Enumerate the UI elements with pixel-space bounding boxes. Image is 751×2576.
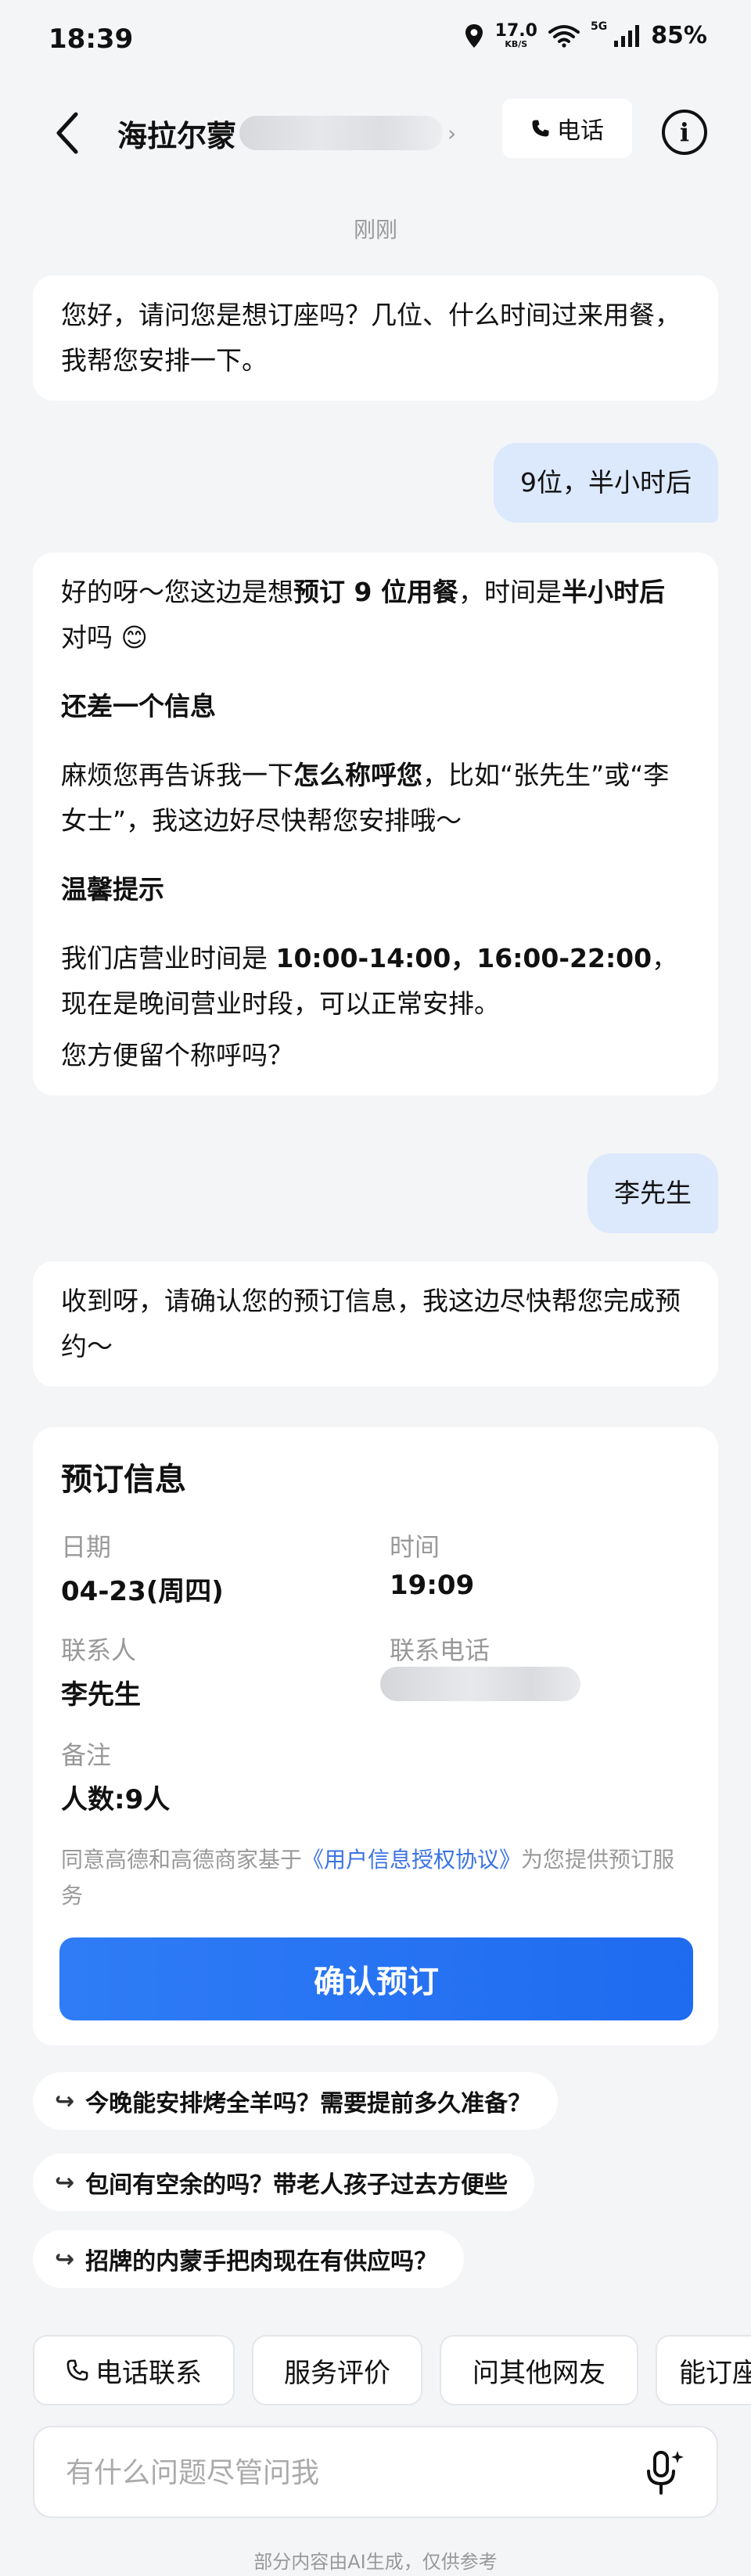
wifi-icon <box>548 24 580 48</box>
phone-icon <box>532 120 549 137</box>
battery-level: 85% <box>651 22 707 49</box>
quick-action-reserve[interactable]: 能订座 <box>656 2335 751 2405</box>
message-text: 您好，请问您是想订座吗？几位、什么时间过来用餐，我帮您安排一下。 <box>61 300 681 376</box>
time-label: 时间 <box>390 1532 440 1562</box>
bot-message: 好的呀～您这边是想预订 9 位用餐，时间是半小时后对吗 😊 还差一个信息 麻烦您… <box>33 552 718 1096</box>
message-paragraph: 我们店营业时间是 10:00-14:00，16:00-22:00，现在是晚间营业… <box>61 943 678 1019</box>
status-icons: 17.0 KB/S 5G 85% <box>464 20 707 49</box>
chat-header: 海拉尔蒙 › 电话 i <box>0 86 751 180</box>
agreement-link[interactable]: 《用户信息授权协议》 <box>302 1847 521 1873</box>
remark-value: 人数:9人 <box>61 1784 171 1815</box>
user-message: 李先生 <box>588 1153 718 1233</box>
redacted-shop-name <box>239 116 444 150</box>
message-timestamp: 刚刚 <box>353 217 397 243</box>
network-type: 5G <box>590 20 608 33</box>
microphone-icon <box>647 2451 684 2495</box>
info-icon: i <box>679 117 690 147</box>
shop-title[interactable]: 海拉尔蒙 › <box>117 110 456 157</box>
user-message: 9位，半小时后 <box>494 443 718 523</box>
message-paragraph: 麻烦您再告诉我一下怎么称呼您，比如“张先生”或“李女士”，我这边好尽快帮您安排哦… <box>61 760 670 836</box>
net-speed: 17.0 KB/S <box>494 21 537 49</box>
date-value: 04-23(周四) <box>61 1576 224 1607</box>
message-paragraph: 好的呀～您这边是想预订 9 位用餐，时间是半小时后对吗 😊 <box>61 577 665 653</box>
quick-action-call[interactable]: 电话联系 <box>33 2335 235 2405</box>
reply-arrow-icon: ↪ <box>55 2087 75 2115</box>
quick-action-review[interactable]: 服务评价 <box>252 2335 422 2405</box>
redacted-phone-value <box>380 1667 580 1701</box>
message-text: 9位，半小时后 <box>520 467 692 498</box>
chevron-right-icon: › <box>447 120 457 146</box>
call-label: 电话 <box>557 117 604 145</box>
message-text: 李先生 <box>614 1178 692 1208</box>
message-text: 收到呀，请确认您的预订信息，我这边尽快帮您完成预约～ <box>61 1286 681 1362</box>
remark-label: 备注 <box>61 1740 112 1770</box>
quick-actions: 电话联系 服务评价 问其他网友 能订座 <box>33 2335 751 2407</box>
booking-card: 预订信息 日期 04-23(周四) 时间 19:09 联系人 李先生 联系电话 … <box>33 1427 718 2045</box>
back-button[interactable] <box>44 103 91 163</box>
phone-label: 联系电话 <box>390 1635 490 1665</box>
call-button[interactable]: 电话 <box>502 99 632 158</box>
reply-arrow-icon: ↪ <box>55 2168 75 2196</box>
quick-action-ask-others[interactable]: 问其他网友 <box>440 2335 638 2405</box>
location-icon <box>465 23 483 48</box>
bot-message: 收到呀，请确认您的预订信息，我这边尽快帮您完成预约～ <box>33 1261 718 1387</box>
phone-icon <box>66 2359 88 2381</box>
contact-value: 李先生 <box>61 1679 141 1711</box>
booking-title: 预订信息 <box>61 1462 186 1498</box>
date-label: 日期 <box>61 1532 112 1562</box>
confirm-booking-button[interactable]: 确认预订 <box>59 1937 693 2020</box>
suggestion-chip[interactable]: ↪ 招牌的内蒙手把肉现在有供应吗？ <box>33 2230 465 2288</box>
reply-arrow-icon: ↪ <box>55 2245 75 2273</box>
status-bar: 18:39 17.0 KB/S 5G 85% <box>0 0 751 86</box>
back-arrow-icon <box>56 112 78 154</box>
message-paragraph: 您方便留个称呼吗？ <box>61 1040 293 1070</box>
suggestion-chip[interactable]: ↪ 包间有空余的吗？带老人孩子过去方便些 <box>33 2153 535 2211</box>
contact-label: 联系人 <box>61 1635 137 1665</box>
message-subtitle: 温馨提示 <box>61 874 164 905</box>
consent-text: 同意高德和高德商家基于《用户信息授权协议》为您提供预订服务 <box>61 1847 675 1909</box>
shop-name: 海拉尔蒙 <box>117 118 237 153</box>
message-subtitle: 还差一个信息 <box>61 691 216 721</box>
suggestion-chip[interactable]: ↪ 今晚能安排烤全羊吗？需要提前多久准备？ <box>33 2072 559 2130</box>
bot-message: 您好，请问您是想订座吗？几位、什么时间过来用餐，我帮您安排一下。 <box>33 275 718 401</box>
info-button[interactable]: i <box>662 110 707 155</box>
time-value: 19:09 <box>390 1570 475 1601</box>
chat-input-box <box>33 2426 718 2518</box>
ai-disclaimer: 部分内容由AI生成，仅供参考 <box>253 2551 498 2573</box>
signal-icon <box>614 24 640 47</box>
status-time: 18:39 <box>49 23 134 55</box>
chat-input[interactable] <box>66 2448 613 2498</box>
voice-input-button[interactable] <box>634 2443 693 2502</box>
